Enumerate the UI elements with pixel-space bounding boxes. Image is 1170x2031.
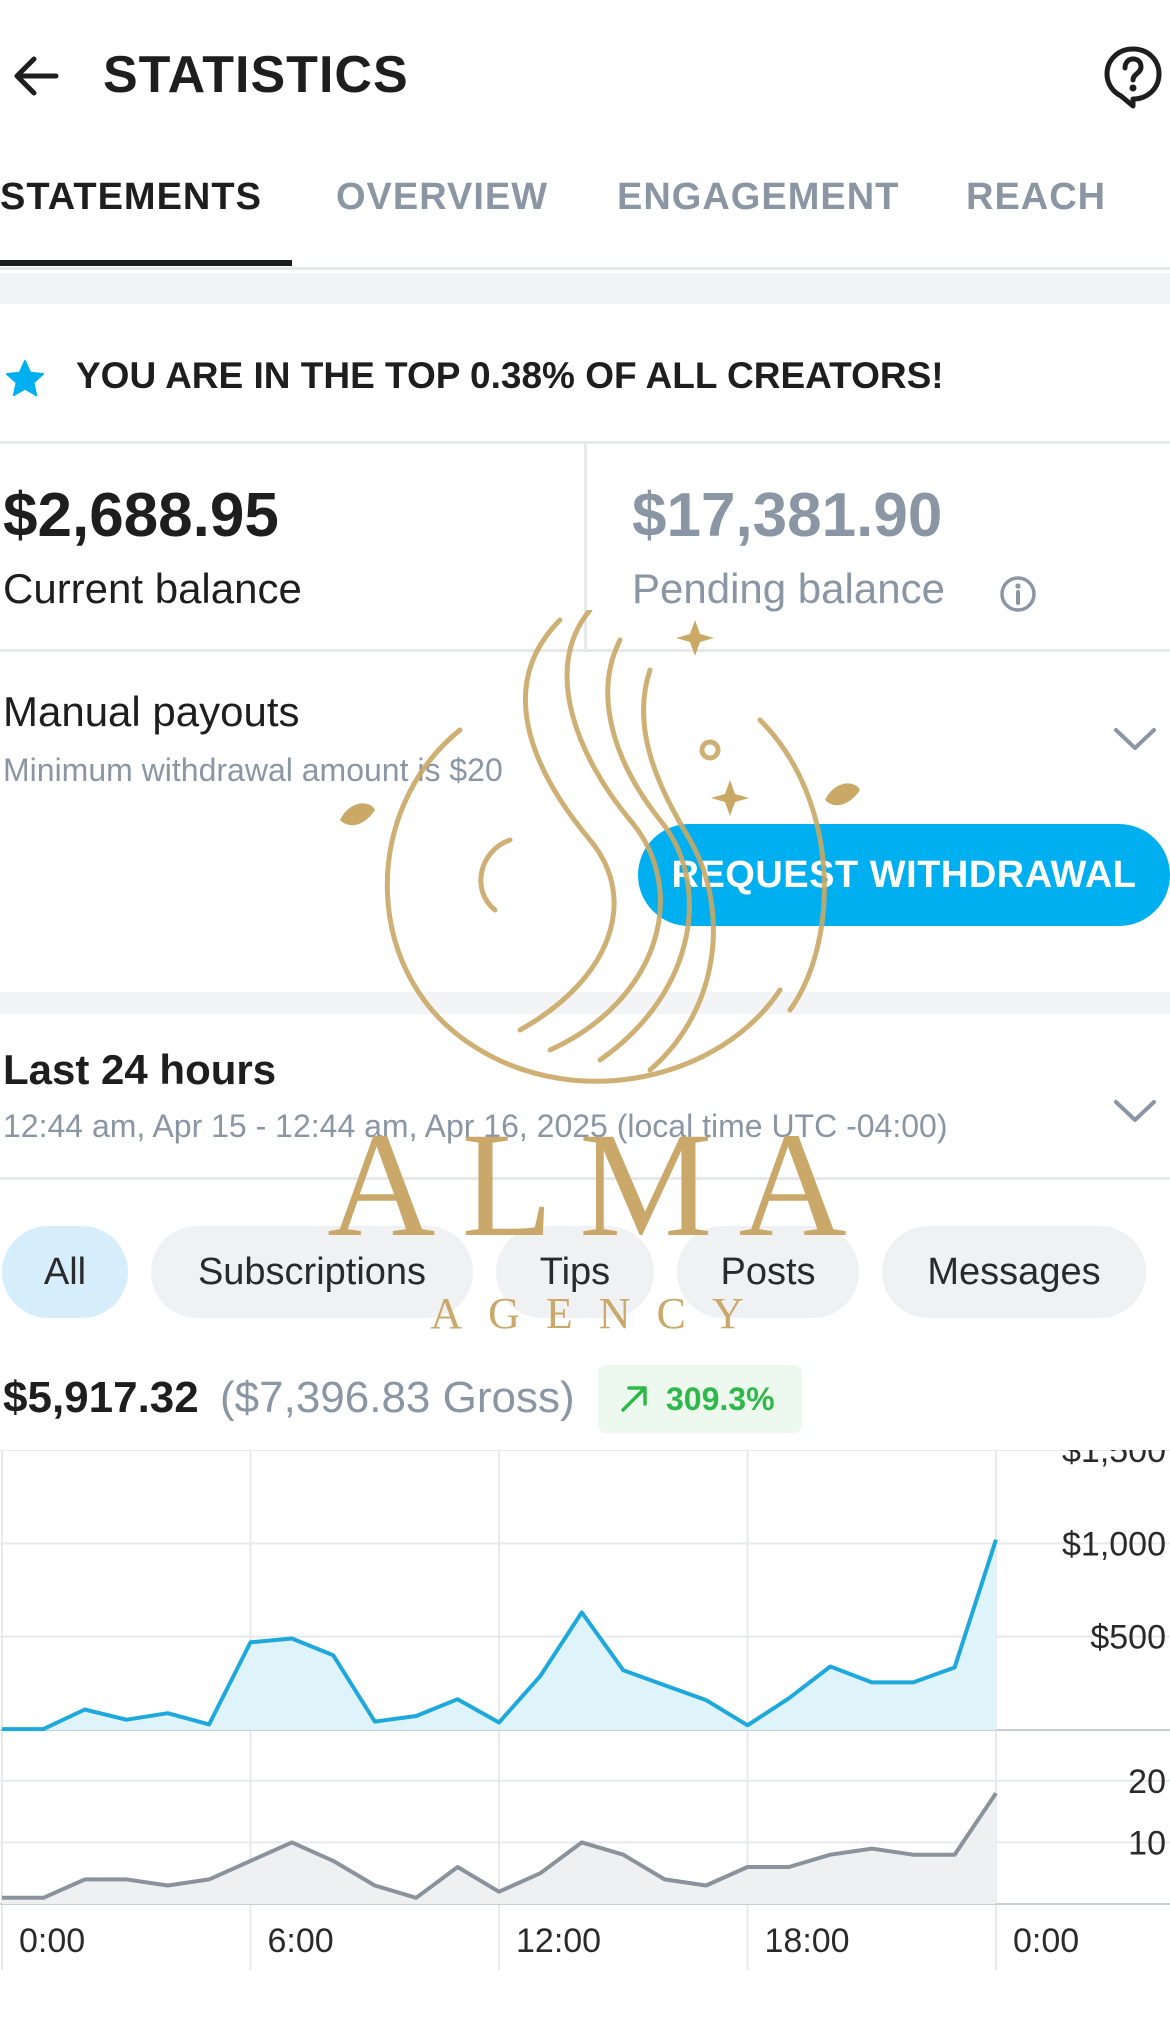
change-percent: 309.3% — [666, 1381, 775, 1417]
creator-rank-banner: YOU ARE IN THE TOP 0.38% OF ALL CREATORS… — [0, 304, 1170, 444]
tab-statements[interactable]: STATEMENTS — [0, 176, 262, 219]
section-gap — [0, 992, 1170, 1014]
active-tab-indicator — [0, 260, 292, 266]
y-tick-label: $1,000 — [1062, 1525, 1166, 1563]
current-balance-label: Current balance — [3, 565, 302, 612]
arrow-left-icon[interactable] — [6, 46, 66, 106]
info-icon[interactable] — [998, 574, 1038, 614]
pending-balance-amount: $17,381.90 — [632, 481, 943, 550]
gross-earnings: ($7,396.83 Gross) — [220, 1373, 575, 1422]
page-title: STATISTICS — [103, 46, 409, 104]
rank-text: YOU ARE IN THE TOP 0.38% OF ALL CREATORS… — [76, 355, 944, 396]
filter-messages[interactable]: Messages — [882, 1226, 1146, 1318]
tab-reach[interactable]: REACH — [966, 176, 1106, 219]
y-tick-label: 10 — [1128, 1824, 1166, 1862]
y-tick-label: $500 — [1090, 1619, 1166, 1657]
pending-balance-label: Pending balance — [632, 565, 945, 612]
net-earnings: $5,917.32 — [3, 1373, 199, 1422]
help-chat-icon[interactable] — [1102, 44, 1164, 110]
balances-panel: $2,688.95 Current balance $17,381.90 Pen… — [0, 444, 1170, 652]
star-icon — [6, 360, 44, 397]
section-gap — [0, 273, 1170, 304]
period-title: Last 24 hours — [3, 1046, 277, 1093]
x-tick-label: 0:00 — [19, 1922, 85, 1960]
balance-divider — [584, 444, 587, 652]
arrow-up-right-icon — [621, 1386, 647, 1412]
filter-posts[interactable]: Posts — [677, 1226, 859, 1318]
tab-overview[interactable]: OVERVIEW — [336, 176, 548, 219]
manual-payouts-section: Manual payouts Minimum withdrawal amount… — [0, 652, 1170, 992]
filter-all[interactable]: All — [2, 1226, 128, 1318]
earnings-chart-svg: $1,500 $1,000 $500 20 10 0:00 6:00 12:00 18:00 0:… — [0, 1432, 1170, 1970]
x-tick-label: 0:00 — [1013, 1922, 1079, 1960]
y-tick-label: $1,500 — [1062, 1450, 1166, 1470]
earnings-filter-chips: All Subscriptions Tips Posts Messages — [0, 1226, 1170, 1320]
x-tick-label: 12:00 — [516, 1922, 601, 1960]
period-range: 12:44 am, Apr 15 - 12:44 am, Apr 16, 202… — [3, 1108, 948, 1144]
period-selector[interactable]: Last 24 hours 12:44 am, Apr 15 - 12:44 a… — [0, 1014, 1170, 1180]
app-header: STATISTICS — [0, 0, 1170, 150]
change-badge: 309.3% — [598, 1365, 802, 1433]
chevron-down-icon[interactable] — [1112, 724, 1158, 754]
current-balance-amount: $2,688.95 — [3, 481, 279, 550]
filter-tips[interactable]: Tips — [496, 1226, 654, 1318]
earnings-chart: $1,500 $1,000 $500 20 10 0:00 6:00 12:00 18:00 0:… — [0, 1432, 1170, 1970]
payouts-title: Manual payouts — [3, 688, 300, 735]
tab-bar: STATEMENTS OVERVIEW ENGAGEMENT REACH — [0, 150, 1170, 270]
y-tick-label: 20 — [1128, 1763, 1166, 1801]
chevron-down-icon[interactable] — [1112, 1096, 1158, 1126]
earnings-totals: $5,917.32 ($7,396.83 Gross) 309.3% — [0, 1365, 1170, 1435]
request-withdrawal-button[interactable]: REQUEST WITHDRAWAL — [638, 824, 1170, 926]
tab-engagement[interactable]: ENGAGEMENT — [617, 176, 899, 219]
payouts-subtitle: Minimum withdrawal amount is $20 — [3, 752, 503, 788]
filter-subscriptions[interactable]: Subscriptions — [151, 1226, 473, 1318]
x-tick-label: 18:00 — [765, 1922, 850, 1960]
x-tick-label: 6:00 — [268, 1922, 334, 1960]
